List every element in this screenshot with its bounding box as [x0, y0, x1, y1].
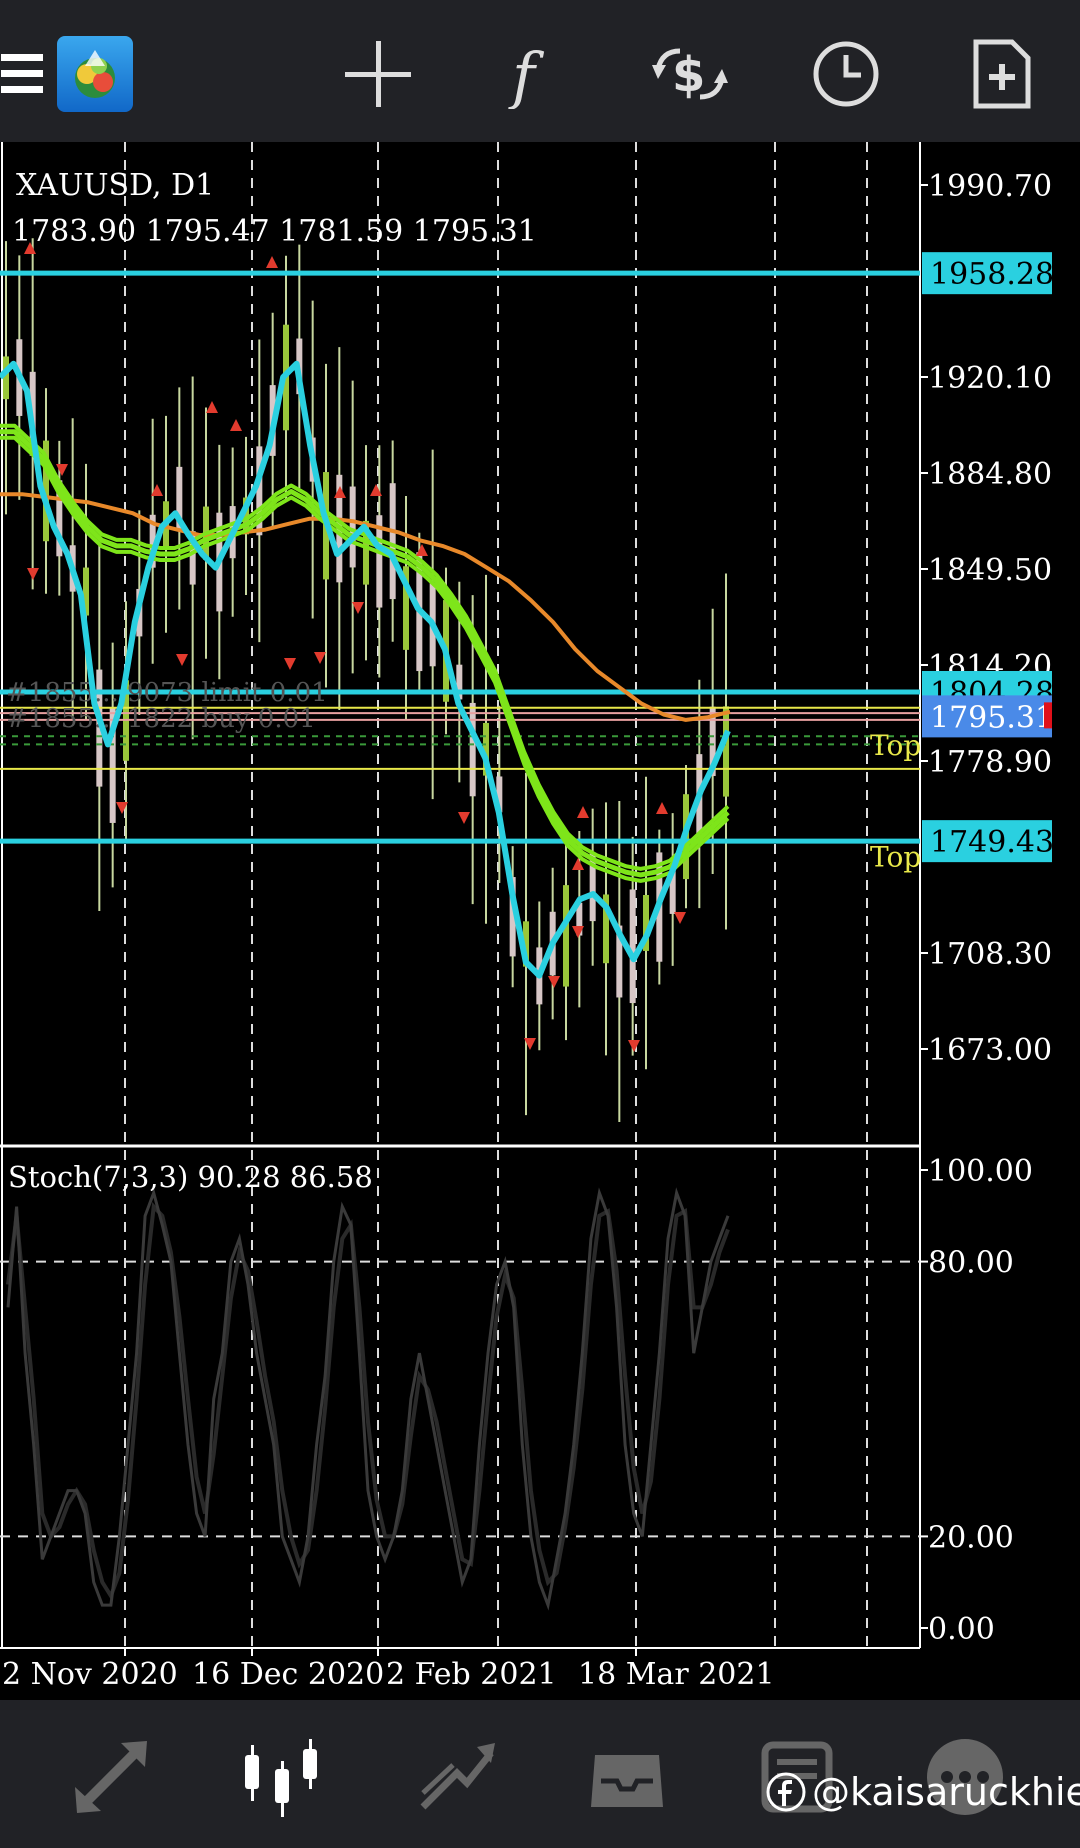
- candle-body: [3, 356, 9, 400]
- stoch-axis-label: 100.00: [928, 1154, 1033, 1189]
- quotes-arrows-icon[interactable]: [66, 1732, 156, 1822]
- price-axis-label: 1849.50: [928, 553, 1052, 588]
- price-axis-label: 1708.30: [928, 937, 1052, 972]
- current-price-label: 1795.31: [930, 700, 1054, 735]
- current-price-marker: [1044, 702, 1052, 729]
- trade-icon[interactable]: [412, 1732, 502, 1822]
- watermark-text: @kaisaruckhie: [812, 1770, 1080, 1814]
- candle-body: [349, 486, 356, 568]
- symbol-label: XAUUSD, D1: [16, 168, 215, 203]
- stoch-axis-label: 0.00: [928, 1612, 995, 1647]
- resistance-price-label: 1958.28: [930, 257, 1054, 292]
- time-axis-label: 18 Mar 2021: [578, 1657, 775, 1692]
- candle-body: [469, 702, 476, 797]
- candle-body: [389, 483, 396, 600]
- stoch-axis-label: 20.00: [928, 1520, 1014, 1555]
- stoch-axis-label: 80.00: [928, 1246, 1014, 1281]
- price-chart[interactable]: #1855... 9073 limit 0.01#1855... 1822 bu…: [0, 0, 1080, 1700]
- top-label: Top: [870, 840, 921, 873]
- time-axis-label: 2 Feb 2021: [386, 1657, 557, 1692]
- candle-body: [563, 885, 569, 987]
- support-price-label: 1749.43: [930, 825, 1054, 860]
- price-axis-label: 1884.80: [928, 457, 1052, 492]
- price-axis-label: 1673.00: [928, 1033, 1052, 1068]
- facebook-icon: [766, 1772, 806, 1812]
- ohlc-values: 1783.90 1795.47 1781.59 1795.31: [12, 214, 537, 249]
- chart-candles-icon[interactable]: [236, 1732, 326, 1822]
- price-axis-label: 1778.90: [928, 745, 1052, 780]
- time-axis-label: 2 Nov 2020: [2, 1657, 178, 1692]
- price-axis-label: 1990.70: [928, 169, 1052, 204]
- candle-body: [629, 889, 636, 1004]
- top-label: Top: [870, 729, 921, 762]
- watermark: @kaisaruckhie: [766, 1770, 1080, 1814]
- inbox-icon[interactable]: [582, 1732, 672, 1822]
- time-axis-label: 16 Dec 2020: [192, 1657, 384, 1692]
- stochastic-label: Stoch(7,3,3) 90.28 86.58: [8, 1160, 373, 1194]
- order-label: #1855... 1822 buy 0.01: [6, 704, 316, 734]
- price-axis-label: 1920.10: [928, 361, 1052, 396]
